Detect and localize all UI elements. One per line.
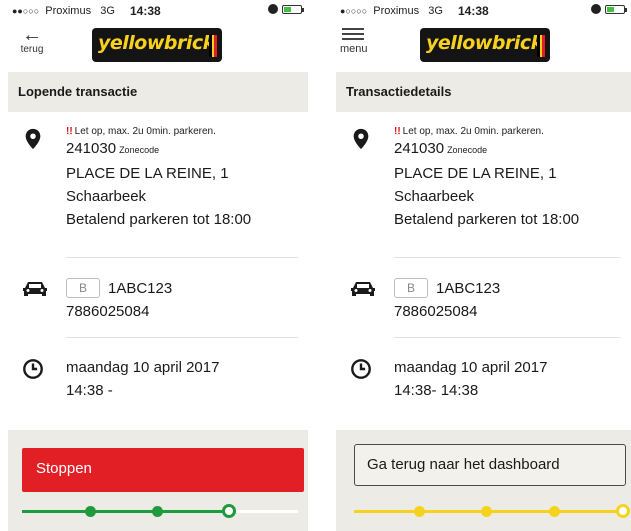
network-type: 3G (100, 5, 115, 17)
network-type: 3G (428, 5, 443, 17)
back-label: terug (20, 44, 44, 55)
progress-step (152, 506, 163, 517)
location-pin-icon (25, 128, 41, 150)
time-block: maandag 10 april 2017 14:38 - (23, 338, 298, 418)
yellowbrick-logo: yellowbrick (92, 28, 222, 62)
transaction-details: !! Let op, max. 2u 0min. parkeren. 241030… (8, 112, 308, 418)
transaction-date: maandag 10 april 2017 (394, 359, 548, 376)
back-arrow-icon: ← (22, 24, 42, 46)
back-to-dashboard-button[interactable]: Ga terug naar het dashboard (354, 444, 626, 486)
yellowbrick-logo: yellowbrick (420, 28, 550, 62)
vehicle-block: B 1ABC123 7886025084 (23, 258, 298, 338)
battery-icon (282, 4, 304, 14)
section-header: Lopende transactie (8, 72, 308, 112)
alarm-icon (591, 4, 601, 14)
belgian-flag-icon (209, 35, 218, 57)
location-pin-icon (353, 128, 369, 150)
status-bar: ●○○○○ Proximus 3G 14:38 (336, 0, 631, 22)
transaction-time: 14:38- 14:38 (394, 382, 479, 399)
zone-label: Zonecode (119, 145, 160, 155)
parking-warning: Let op, max. 2u 0min. parkeren. (74, 126, 216, 137)
progress-current-step (616, 504, 630, 518)
alarm-icon (268, 4, 278, 14)
license-plate: 1ABC123 (108, 279, 173, 297)
phone-number: 7886025084 (394, 303, 478, 320)
plate-country-badge: B (66, 278, 100, 298)
progress-step (549, 506, 560, 517)
carrier-name: Proximus (45, 5, 92, 17)
progress-step (414, 506, 425, 517)
menu-icon (342, 28, 364, 40)
address: PLACE DE LA REINE, 1 (394, 165, 557, 182)
screen-ongoing-transaction: ●●○○○ Proximus 3G 14:38 ← terug yellowbr… (8, 0, 308, 531)
city: Schaarbeek (394, 188, 475, 205)
stop-button[interactable]: Stoppen (22, 448, 304, 492)
nav-bar: menu yellowbrick (336, 24, 631, 68)
vehicle-block: B 1ABC123 7886025084 (351, 258, 621, 338)
zone-code: 241030 (394, 140, 445, 157)
clock-icon (23, 359, 43, 379)
time-block: maandag 10 april 2017 14:38- 14:38 (351, 338, 621, 418)
menu-button[interactable]: menu (340, 28, 384, 55)
carrier-name: Proximus (373, 5, 420, 17)
status-time: 14:38 (130, 4, 161, 18)
battery-icon (605, 4, 627, 14)
transaction-details: !! Let op, max. 2u 0min. parkeren. 241030… (336, 112, 631, 418)
plate-country-badge: B (394, 278, 428, 298)
logo-text: yellowbrick (426, 32, 543, 54)
menu-label: menu (340, 43, 368, 55)
zone-code: 241030 (66, 140, 117, 157)
zone-label: Zonecode (447, 145, 488, 155)
progress-steps (8, 504, 308, 518)
license-plate: 1ABC123 (436, 279, 501, 297)
parking-warning: Let op, max. 2u 0min. parkeren. (402, 126, 544, 137)
status-bar: ●●○○○ Proximus 3G 14:38 (8, 0, 308, 22)
address: PLACE DE LA REINE, 1 (66, 165, 229, 182)
location-block: !! Let op, max. 2u 0min. parkeren. 241030… (25, 112, 298, 258)
belgian-flag-icon (537, 35, 546, 57)
parking-info: Betalend parkeren tot 18:00 (394, 211, 580, 228)
transaction-date: maandag 10 april 2017 (66, 359, 220, 376)
car-icon (23, 282, 47, 296)
signal-strength: ●●○○○ (12, 6, 40, 16)
progress-steps (336, 504, 631, 518)
signal-strength: ●○○○○ (340, 6, 368, 16)
progress-step (481, 506, 492, 517)
logo-text: yellowbrick (98, 32, 215, 54)
progress-current-step (222, 504, 236, 518)
clock-icon (351, 359, 371, 379)
status-time: 14:38 (458, 4, 489, 18)
parking-info: Betalend parkeren tot 18:00 (66, 211, 252, 228)
transaction-time: 14:38 - (66, 382, 113, 399)
nav-bar: ← terug yellowbrick (8, 24, 308, 68)
phone-number: 7886025084 (66, 303, 150, 320)
location-block: !! Let op, max. 2u 0min. parkeren. 241030… (353, 112, 621, 258)
progress-step (85, 506, 96, 517)
section-header: Transactiedetails (336, 72, 631, 112)
car-icon (351, 282, 375, 296)
screen-transaction-details: ●○○○○ Proximus 3G 14:38 menu yellowbrick… (336, 0, 631, 531)
back-button[interactable]: ← terug (12, 24, 52, 55)
city: Schaarbeek (66, 188, 147, 205)
